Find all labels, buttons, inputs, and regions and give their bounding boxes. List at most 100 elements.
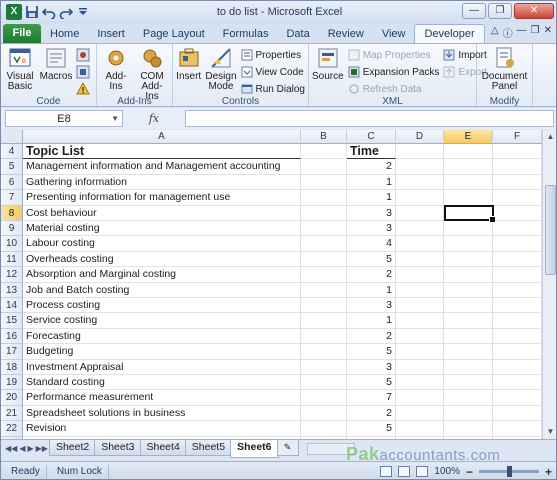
cell-a[interactable]: Revision <box>23 421 301 437</box>
cell-f[interactable] <box>493 298 542 314</box>
row-header[interactable]: 10 <box>1 236 23 252</box>
tab-review[interactable]: Review <box>319 25 373 43</box>
row-header[interactable]: 6 <box>1 174 23 191</box>
worksheet-grid[interactable]: A B C D E F 4 Topic List Time 5 Management i… <box>1 130 542 439</box>
close-button[interactable]: ✕ <box>514 3 554 19</box>
cell-a[interactable]: Overheads costing <box>23 251 301 268</box>
properties-button[interactable]: Properties <box>241 48 305 62</box>
cell-c[interactable]: 4 <box>347 236 396 252</box>
row-header[interactable]: 9 <box>1 221 23 237</box>
cell-c[interactable]: 1 <box>347 313 396 329</box>
cell-c[interactable]: 5 <box>347 251 396 268</box>
cell-f[interactable] <box>493 251 542 268</box>
refresh-data-button[interactable]: Refresh Data <box>348 82 440 96</box>
page-layout-view-icon[interactable] <box>398 466 411 477</box>
tab-developer[interactable]: Developer <box>414 24 485 43</box>
cell-b[interactable] <box>301 344 347 360</box>
cell-c[interactable]: 1 <box>347 282 396 298</box>
last-sheet-icon[interactable]: ▶▶ <box>36 444 48 453</box>
cell-d[interactable] <box>396 159 444 175</box>
cell-a[interactable]: Gathering information <box>23 174 301 191</box>
cell-d[interactable] <box>396 298 444 314</box>
cell-d[interactable] <box>396 421 444 437</box>
cell-a[interactable]: Service costing <box>23 313 301 329</box>
cell-d[interactable] <box>396 344 444 360</box>
cell-b[interactable] <box>301 190 347 206</box>
cell-d[interactable] <box>396 236 444 252</box>
prev-sheet-icon[interactable]: ◀ <box>19 444 25 453</box>
cell-a[interactable]: Job and Batch costing <box>23 282 301 298</box>
cell-c[interactable]: 7 <box>347 390 396 406</box>
column-header-a[interactable]: A <box>23 130 301 144</box>
row-header[interactable]: 5 <box>1 159 23 175</box>
tab-insert[interactable]: Insert <box>88 25 134 43</box>
page-break-view-icon[interactable] <box>416 466 429 477</box>
cell-a[interactable]: Standard costing <box>23 375 301 391</box>
restore-button[interactable]: ❐ <box>488 3 512 19</box>
cell-f[interactable] <box>493 359 542 375</box>
sheet-tab-sheet5[interactable]: Sheet5 <box>184 440 233 456</box>
row-header[interactable]: 19 <box>1 375 23 391</box>
cell-c[interactable]: 1 <box>347 190 396 206</box>
cell-d[interactable] <box>396 328 444 345</box>
customize-icon[interactable] <box>76 5 90 19</box>
insert-function-button[interactable]: fx <box>127 112 181 125</box>
excel-logo-icon[interactable]: X <box>6 4 22 20</box>
cell-d[interactable] <box>396 390 444 406</box>
cell-d[interactable] <box>396 313 444 329</box>
cell-a[interactable]: Forecasting <box>23 328 301 345</box>
cell-c[interactable]: Time <box>347 144 396 160</box>
cell-b[interactable] <box>301 236 347 252</box>
row-header[interactable]: 20 <box>1 390 23 406</box>
cell-a[interactable]: Labour costing <box>23 236 301 252</box>
record-macro-icon[interactable] <box>76 48 90 62</box>
cell-d[interactable] <box>396 359 444 375</box>
sheet-tab-sheet6[interactable]: Sheet6 <box>230 440 279 458</box>
zoom-slider[interactable] <box>478 466 539 477</box>
cell-e[interactable] <box>444 190 493 206</box>
cell-e[interactable] <box>444 282 493 298</box>
insert-sheet-icon[interactable]: ✎ <box>276 440 299 456</box>
minimize-ribbon-icon[interactable]: △ <box>491 25 499 40</box>
cell-e[interactable] <box>444 221 493 237</box>
tab-formulas[interactable]: Formulas <box>214 25 278 43</box>
cell-b[interactable] <box>301 375 347 391</box>
tab-page-layout[interactable]: Page Layout <box>134 25 214 43</box>
sheet-tab-sheet2[interactable]: Sheet2 <box>48 440 97 456</box>
cell-e[interactable] <box>444 174 493 191</box>
normal-view-icon[interactable] <box>380 466 393 477</box>
cell-d[interactable] <box>396 251 444 268</box>
row-header[interactable]: 13 <box>1 282 23 298</box>
cell-a[interactable]: Process costing <box>23 298 301 314</box>
column-header-b[interactable]: B <box>301 130 347 144</box>
cell-d[interactable] <box>396 221 444 237</box>
cell-f[interactable] <box>493 267 542 283</box>
zoom-in-icon[interactable]: + <box>545 465 552 479</box>
tab-home[interactable]: Home <box>41 25 88 43</box>
row-header[interactable]: 11 <box>1 251 23 268</box>
view-code-button[interactable]: View Code <box>241 65 305 79</box>
tab-data[interactable]: Data <box>277 25 318 43</box>
tab-file[interactable]: File <box>3 24 41 43</box>
run-dialog-button[interactable]: Run Dialog <box>241 82 305 96</box>
macro-security-icon[interactable] <box>76 82 90 96</box>
cell-f[interactable] <box>493 221 542 237</box>
cell-d[interactable] <box>396 405 444 422</box>
minimize-button[interactable]: — <box>462 3 486 19</box>
expansion-packs-button[interactable]: Expansion Packs <box>348 65 439 79</box>
name-box-dropdown-icon[interactable]: ▼ <box>111 114 119 123</box>
cell-f[interactable] <box>493 421 542 437</box>
cell-e[interactable] <box>444 359 493 375</box>
cell-f[interactable] <box>493 344 542 360</box>
cell-f[interactable] <box>493 159 542 175</box>
cell-c[interactable]: 5 <box>347 421 396 437</box>
cell-f[interactable] <box>493 405 542 422</box>
redo-icon[interactable] <box>59 5 73 19</box>
cell-c[interactable]: 3 <box>347 205 396 221</box>
cell-e[interactable] <box>444 375 493 391</box>
undo-icon[interactable] <box>42 5 56 19</box>
scroll-up-icon[interactable]: ▲ <box>543 130 556 144</box>
cell-d[interactable] <box>396 174 444 191</box>
cell-d[interactable] <box>396 190 444 206</box>
zoom-level[interactable]: 100% <box>434 466 460 477</box>
